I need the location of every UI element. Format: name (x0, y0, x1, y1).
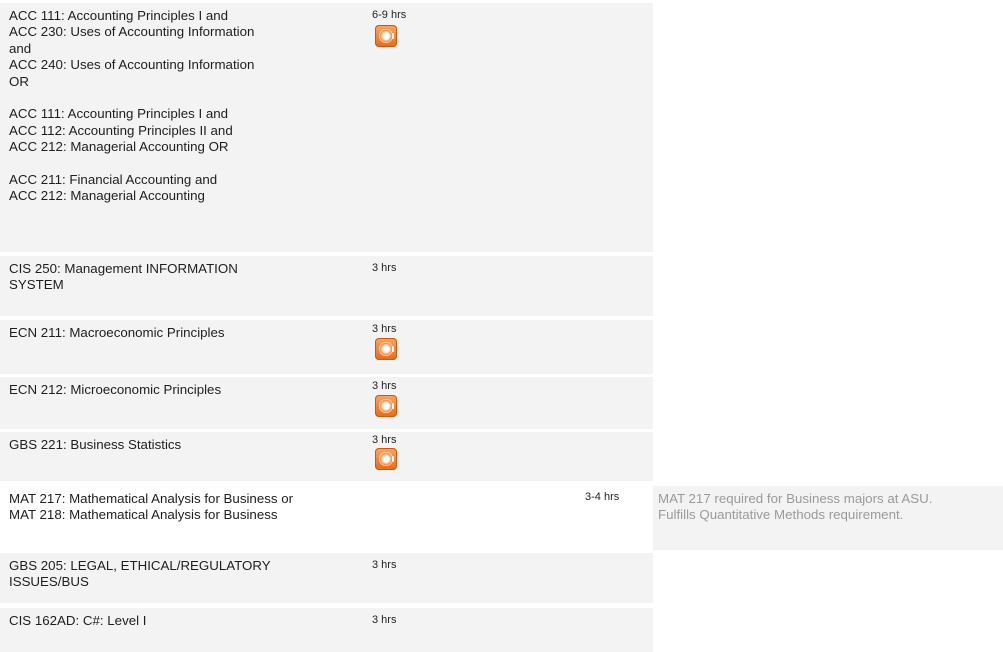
course-title: ACC 111: Accounting Principles I and ACC… (9, 8, 255, 204)
credit-hours: 3 hrs (372, 323, 397, 335)
course-row-cis162ad: CIS 162AD: C#: Level I 3 hrs (0, 608, 653, 652)
audio-play-icon[interactable] (375, 338, 397, 360)
course-row-ecn212: ECN 212: Microeconomic Principles 3 hrs (0, 377, 653, 429)
credit-hours: 3 hrs (372, 380, 397, 392)
course-row-ecn211: ECN 211: Macroeconomic Principles 3 hrs (0, 320, 653, 374)
credit-hours: 3 hrs (372, 559, 397, 571)
course-title: GBS 221: Business Statistics (9, 437, 182, 452)
credit-hours: 6-9 hrs (372, 9, 407, 21)
audio-play-icon[interactable] (375, 395, 397, 417)
course-title: CIS 162AD: C#: Level I (9, 613, 147, 628)
course-row-cis250: CIS 250: Management INFORMATION SYSTEM 3… (0, 256, 653, 316)
credit-hours: 3 hrs (372, 262, 397, 274)
course-row-gbs205: GBS 205: LEGAL, ETHICAL/REGULATORY ISSUE… (0, 553, 653, 603)
audio-play-icon[interactable] (375, 448, 397, 470)
credit-hours: 3 hrs (372, 614, 397, 626)
credit-hours: 3-4 hrs (585, 491, 620, 503)
course-title: ECN 211: Macroeconomic Principles (9, 325, 225, 340)
course-row-mat217: MAT 217: Mathematical Analysis for Busin… (0, 486, 653, 550)
course-title: CIS 250: Management INFORMATION SYSTEM (9, 261, 238, 293)
course-title: ECN 212: Microeconomic Principles (9, 382, 222, 397)
course-title: GBS 205: LEGAL, ETHICAL/REGULATORY ISSUE… (9, 558, 271, 590)
requirement-note-text: MAT 217 required for Business majors at … (658, 491, 933, 523)
course-row-gbs221: GBS 221: Business Statistics 3 hrs (0, 432, 653, 481)
requirement-note: MAT 217 required for Business majors at … (653, 486, 1003, 550)
credit-hours: 3 hrs (372, 434, 397, 446)
course-title: MAT 217: Mathematical Analysis for Busin… (9, 491, 294, 523)
course-row-acc: ACC 111: Accounting Principles I and ACC… (0, 3, 653, 252)
audio-play-icon[interactable] (375, 25, 397, 47)
